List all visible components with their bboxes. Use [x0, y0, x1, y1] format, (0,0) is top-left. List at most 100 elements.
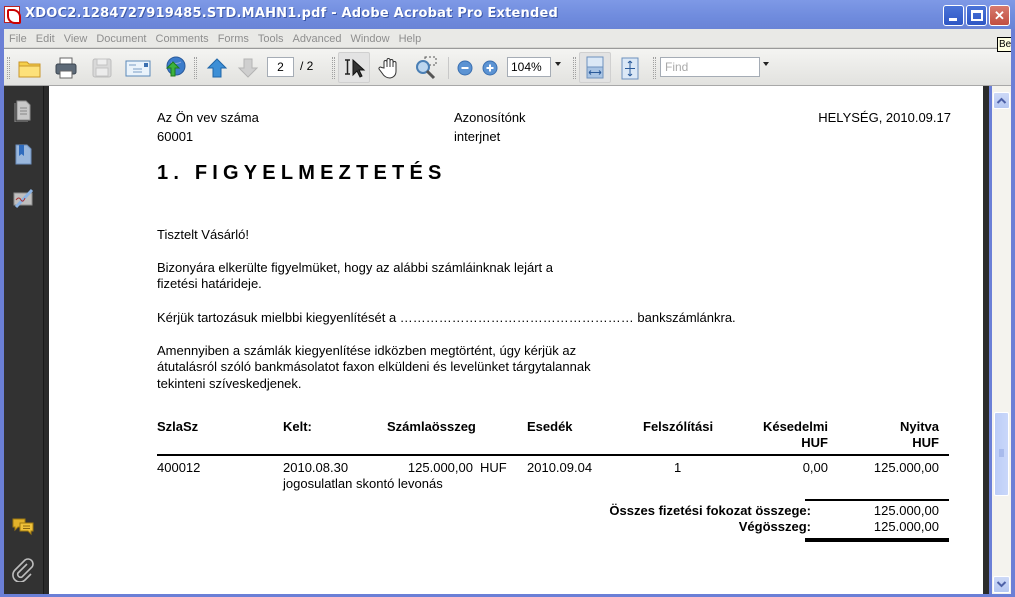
- grand-total-value: 125.000,00: [873, 519, 939, 534]
- email-button[interactable]: [124, 54, 152, 82]
- pages-icon: [14, 100, 31, 123]
- grand-total-label: Végösszeg:: [738, 519, 811, 534]
- zoom-out-icon: [457, 60, 473, 76]
- toolbar-grip[interactable]: [573, 57, 576, 79]
- maximize-button[interactable]: [966, 5, 987, 26]
- toolbar-grip[interactable]: [332, 57, 335, 79]
- bookmarks-panel-button[interactable]: [11, 142, 35, 166]
- page-heading: 1. FIGYELMEZTETÉS: [157, 162, 447, 184]
- menu-advanced[interactable]: Advanced: [289, 30, 346, 48]
- hand-tool-button[interactable]: [376, 54, 404, 82]
- paragraph1-line1: Bizonyára elkerülte figyelmüket, hogy az…: [157, 260, 553, 275]
- fit-width-icon: [586, 56, 604, 79]
- pdf-app-icon: [4, 6, 21, 24]
- previous-page-button[interactable]: [203, 54, 231, 82]
- fit-width-button[interactable]: [579, 52, 611, 83]
- menu-view[interactable]: View: [60, 30, 92, 48]
- open-button[interactable]: [16, 54, 44, 82]
- comments-panel-button[interactable]: [11, 514, 35, 538]
- menu-forms[interactable]: Forms: [214, 30, 253, 48]
- navigation-pane: [4, 86, 44, 594]
- marquee-zoom-button[interactable]: [412, 54, 440, 82]
- menu-edit[interactable]: Edit: [32, 30, 59, 48]
- cell-currency: HUF: [480, 460, 507, 475]
- scroll-down-button[interactable]: [993, 576, 1010, 593]
- next-page-icon: [237, 58, 259, 78]
- fit-page-icon: [621, 57, 639, 80]
- col-header-late-fee: Késedelmi: [762, 419, 828, 434]
- attachments-panel-button[interactable]: [11, 558, 35, 583]
- totals-bottom-rule: [805, 538, 949, 542]
- paragraph3-line3: tekinteni szíveskedjenek.: [157, 376, 302, 391]
- maximize-icon: [971, 10, 983, 21]
- next-page-button[interactable]: [234, 54, 262, 82]
- col-header-invoice-no: SzlaSz: [157, 419, 199, 434]
- menu-tools[interactable]: Tools: [254, 30, 288, 48]
- close-button[interactable]: ✕: [989, 5, 1010, 26]
- pages-panel-button[interactable]: [11, 98, 35, 123]
- greeting: Tisztelt Vásárló!: [157, 227, 249, 242]
- window-title: XDOC2.1284727919485.STD.MAHN1.pdf - Adob…: [25, 6, 558, 21]
- save-icon: [92, 58, 112, 78]
- upload-web-button[interactable]: [159, 54, 187, 82]
- menu-bar: File Edit View Document Comments Forms Tools Ad…: [4, 29, 1011, 48]
- stage-total-label: Összes fizetési fokozat összege:: [609, 503, 811, 518]
- paragraph3-line1: Amennyiben a számlák kiegyenlítése idköz…: [157, 343, 577, 358]
- col-header-amount: Számlaösszeg: [387, 419, 476, 434]
- customer-number-label: Az Ön vev száma: [157, 110, 259, 125]
- print-button[interactable]: [52, 54, 80, 82]
- minimize-icon: [949, 18, 957, 21]
- zoom-level-input[interactable]: 104%: [507, 57, 551, 77]
- menu-document[interactable]: Document: [92, 30, 150, 48]
- fit-page-button[interactable]: [616, 54, 644, 82]
- menu-comments[interactable]: Comments: [152, 30, 213, 48]
- zoom-out-button[interactable]: [455, 54, 475, 82]
- current-page-input[interactable]: 2: [267, 57, 294, 77]
- scroll-up-button[interactable]: [993, 92, 1010, 109]
- minimize-button[interactable]: [943, 5, 964, 26]
- find-dropdown-arrow[interactable]: [763, 62, 769, 66]
- chevron-up-icon: [996, 97, 1007, 104]
- zoom-dropdown-arrow[interactable]: [555, 62, 561, 66]
- acrobat-window: XDOC2.1284727919485.STD.MAHN1.pdf - Adob…: [0, 0, 1015, 594]
- place-date: HELYSÉG, 2010.09.17: [818, 110, 951, 125]
- signatures-panel-button[interactable]: [11, 186, 35, 210]
- customer-number: 60001: [157, 129, 194, 144]
- select-tool-button[interactable]: [338, 52, 370, 83]
- col-header-issued: Kelt:: [283, 419, 312, 434]
- save-button[interactable]: [88, 54, 116, 82]
- cell-due: 2010.09.04: [527, 460, 593, 475]
- menu-window[interactable]: Window: [346, 30, 393, 48]
- previous-page-icon: [206, 58, 228, 78]
- zoom-in-button[interactable]: [480, 54, 500, 82]
- hand-tool-icon: [378, 58, 397, 79]
- toolbar-grip[interactable]: [7, 57, 10, 79]
- totals-top-rule: [805, 499, 949, 501]
- document-viewport: Az Ön vev száma 60001 Azonosítónk interj…: [44, 86, 989, 594]
- paragraph3-line2: átutalásról szóló bankmásolatot faxon el…: [157, 359, 591, 374]
- col-header-due: Esedék: [527, 419, 573, 434]
- menu-file[interactable]: File: [5, 30, 31, 48]
- cell-note: jogosulatlan skontó levonás: [283, 476, 443, 491]
- menu-help[interactable]: Help: [395, 30, 426, 48]
- open-folder-icon: [18, 61, 41, 78]
- find-input[interactable]: Find: [660, 57, 760, 77]
- comments-icon: [12, 518, 34, 536]
- paragraph2: Kérjük tartozásuk mielbbi kiegyenlítését…: [157, 310, 736, 325]
- cell-amount: 125.000,00: [407, 460, 473, 475]
- toolbar-grip[interactable]: [653, 57, 656, 79]
- signatures-icon: [13, 188, 34, 209]
- our-id: interjnet: [454, 129, 501, 144]
- attachments-icon: [12, 558, 34, 583]
- window-border: [1011, 29, 1015, 594]
- toolbar: 2 / 2 104% Find: [4, 48, 1011, 86]
- col-header-late-fee-unit: HUF: [801, 435, 828, 450]
- email-icon: [125, 60, 151, 77]
- scroll-thumb[interactable]: [994, 412, 1009, 496]
- chevron-down-icon: [996, 581, 1007, 588]
- table-header-rule: [157, 454, 949, 456]
- col-header-open: Nyitva: [899, 419, 939, 434]
- vertical-scrollbar[interactable]: [992, 86, 1011, 594]
- toolbar-grip[interactable]: [194, 57, 197, 79]
- marquee-zoom-icon: [416, 56, 437, 80]
